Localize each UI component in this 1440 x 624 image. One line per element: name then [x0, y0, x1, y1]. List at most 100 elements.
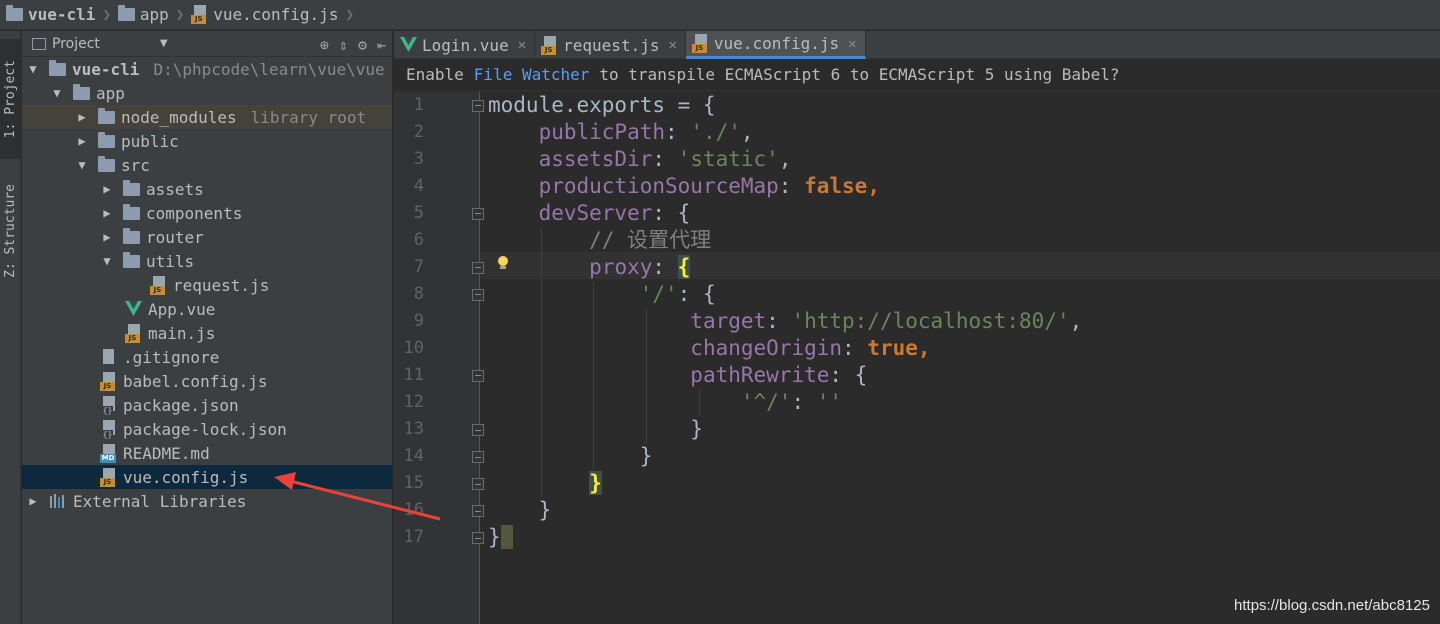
project-tree: ▼ vue-cli D:\phpcode\learn\vue\vue ▼ app… — [22, 57, 392, 513]
code-editor[interactable]: 1 2 3 4 5 6 7 8 9 10 11 12 13 14 15 16 17 module.exports… — [394, 92, 1440, 624]
code-line[interactable]: publicPath: './', — [488, 119, 754, 146]
file-watcher-link[interactable]: File Watcher — [474, 65, 590, 84]
line-number: 13 — [403, 419, 424, 439]
fold-collapse-icon[interactable] — [472, 370, 484, 382]
project-panel: Project ▼ ⊕ ⇕ ⚙ ⇤ ▼ vue-cli D:\phpcode\l… — [22, 31, 393, 624]
js-file-icon — [125, 323, 142, 343]
code-line[interactable]: productionSourceMap: false, — [488, 173, 880, 200]
code-line[interactable]: proxy: { — [488, 254, 691, 281]
tree-item-package-json[interactable]: package.json — [22, 393, 392, 417]
tree-item-label: utils — [146, 251, 195, 271]
code-line[interactable]: module.exports = { — [488, 92, 716, 119]
project-view-selector[interactable]: Project — [52, 36, 100, 52]
tree-item-babel-config[interactable]: babel.config.js — [22, 369, 392, 393]
code-line[interactable]: } — [488, 497, 552, 524]
fold-expand-icon[interactable] — [472, 424, 484, 436]
hide-icon[interactable]: ⇤ — [377, 36, 386, 54]
chevron-right-icon: ❯ — [102, 6, 111, 23]
js-file-icon — [100, 467, 117, 487]
tree-item-assets[interactable]: ▶ assets — [22, 177, 392, 201]
expanded-arrow-icon[interactable]: ▼ — [50, 86, 64, 100]
gear-icon[interactable]: ⚙ — [358, 36, 367, 54]
watermark: https://blog.csdn.net/abc8125 — [1234, 597, 1430, 614]
collapsed-arrow-icon[interactable]: ▶ — [100, 206, 114, 220]
code-line[interactable]: } — [488, 416, 703, 443]
text-cursor — [500, 525, 514, 549]
fold-collapse-icon[interactable] — [472, 208, 484, 220]
fold-collapse-icon[interactable] — [472, 289, 484, 301]
code-line[interactable]: } — [488, 443, 653, 470]
close-icon[interactable]: ✕ — [518, 37, 526, 53]
close-icon[interactable]: ✕ — [668, 37, 676, 53]
tree-item-readme[interactable]: README.md — [22, 441, 392, 465]
code-line[interactable]: target: 'http://localhost:80/', — [488, 308, 1082, 335]
tree-item-node-modules[interactable]: ▶ node_modules library root — [22, 105, 392, 129]
code-line[interactable]: devServer: { — [488, 200, 691, 227]
fold-collapse-icon[interactable] — [472, 262, 484, 274]
vue-icon — [400, 37, 417, 52]
collapsed-arrow-icon[interactable]: ▶ — [26, 494, 40, 508]
expanded-arrow-icon[interactable]: ▼ — [100, 254, 114, 268]
tree-item-main-js[interactable]: main.js — [22, 321, 392, 345]
fold-expand-icon[interactable] — [472, 451, 484, 463]
expanded-arrow-icon[interactable]: ▼ — [75, 158, 89, 172]
folder-icon — [6, 5, 23, 21]
collapsed-arrow-icon[interactable]: ▶ — [75, 110, 89, 124]
tree-item-gitignore[interactable]: .gitignore — [22, 345, 392, 369]
tree-item-package-lock-json[interactable]: package-lock.json — [22, 417, 392, 441]
navigation-bar: vue-cli ❯ app ❯ vue.config.js ❯ — [0, 0, 1440, 30]
code-line[interactable]: } — [488, 524, 514, 551]
structure-tool-tab[interactable]: Z: Structure — [0, 171, 21, 291]
lightbulb-icon[interactable] — [497, 256, 509, 270]
code-line[interactable]: assetsDir: 'static', — [488, 146, 792, 173]
tab-login-vue[interactable]: Login.vue ✕ — [394, 31, 536, 59]
collapsed-arrow-icon[interactable]: ▶ — [100, 182, 114, 196]
code-token: : — [766, 309, 792, 333]
tab-label: vue.config.js — [713, 34, 840, 53]
code-line[interactable]: } — [488, 470, 602, 497]
collapsed-arrow-icon[interactable]: ▶ — [100, 230, 114, 244]
tree-item-app-vue[interactable]: App.vue — [22, 297, 392, 321]
tree-item-request-js[interactable]: request.js — [22, 273, 392, 297]
breadcrumb-project[interactable]: vue-cli — [6, 5, 95, 24]
tree-item-app[interactable]: ▼ app — [22, 81, 392, 105]
fold-expand-icon[interactable] — [472, 478, 484, 490]
tree-item-utils[interactable]: ▼ utils — [22, 249, 392, 273]
close-icon[interactable]: ✕ — [848, 36, 856, 52]
code-token: module.exports = { — [488, 93, 716, 117]
project-tool-tab[interactable]: 1: Project — [0, 39, 21, 159]
tree-item-vue-config[interactable]: vue.config.js — [22, 465, 392, 489]
tree-item-external-libraries[interactable]: ▶ External Libraries — [22, 489, 392, 513]
collapsed-arrow-icon[interactable]: ▶ — [75, 134, 89, 148]
chevron-down-icon[interactable]: ▼ — [160, 38, 168, 49]
tree-item-vue-cli[interactable]: ▼ vue-cli D:\phpcode\learn\vue\vue — [22, 57, 392, 81]
expanded-arrow-icon[interactable]: ▼ — [26, 62, 40, 76]
collapse-icon[interactable]: ⇕ — [339, 36, 348, 54]
tree-item-label: node_modules — [121, 107, 237, 127]
breadcrumb-app[interactable]: app — [117, 5, 169, 24]
code-line[interactable]: '/': { — [488, 281, 716, 308]
tree-item-public[interactable]: ▶ public — [22, 129, 392, 153]
code-line[interactable]: // 设置代理 — [488, 227, 711, 254]
tab-vue-config-js[interactable]: vue.config.js ✕ — [685, 31, 866, 59]
code-line[interactable]: changeOrigin: true, — [488, 335, 930, 362]
fold-expand-icon[interactable] — [472, 505, 484, 517]
json-file-icon — [100, 395, 117, 415]
breadcrumb-file[interactable]: vue.config.js — [191, 5, 338, 24]
fold-collapse-icon[interactable] — [472, 100, 484, 112]
tree-item-router[interactable]: ▶ router — [22, 225, 392, 249]
target-icon[interactable]: ⊕ — [320, 36, 329, 54]
tree-item-label: vue.config.js — [123, 467, 249, 487]
breadcrumb-label: vue.config.js — [213, 5, 339, 24]
tree-item-src[interactable]: ▼ src — [22, 153, 392, 177]
project-tool-tab-label: 1: Project — [3, 59, 18, 139]
code-token: : { — [829, 363, 868, 387]
code-token: : — [665, 120, 691, 144]
tree-item-components[interactable]: ▶ components — [22, 201, 392, 225]
fold-expand-icon[interactable] — [472, 532, 484, 544]
code-line[interactable]: pathRewrite: { — [488, 362, 867, 389]
tab-request-js[interactable]: request.js ✕ — [535, 31, 686, 59]
